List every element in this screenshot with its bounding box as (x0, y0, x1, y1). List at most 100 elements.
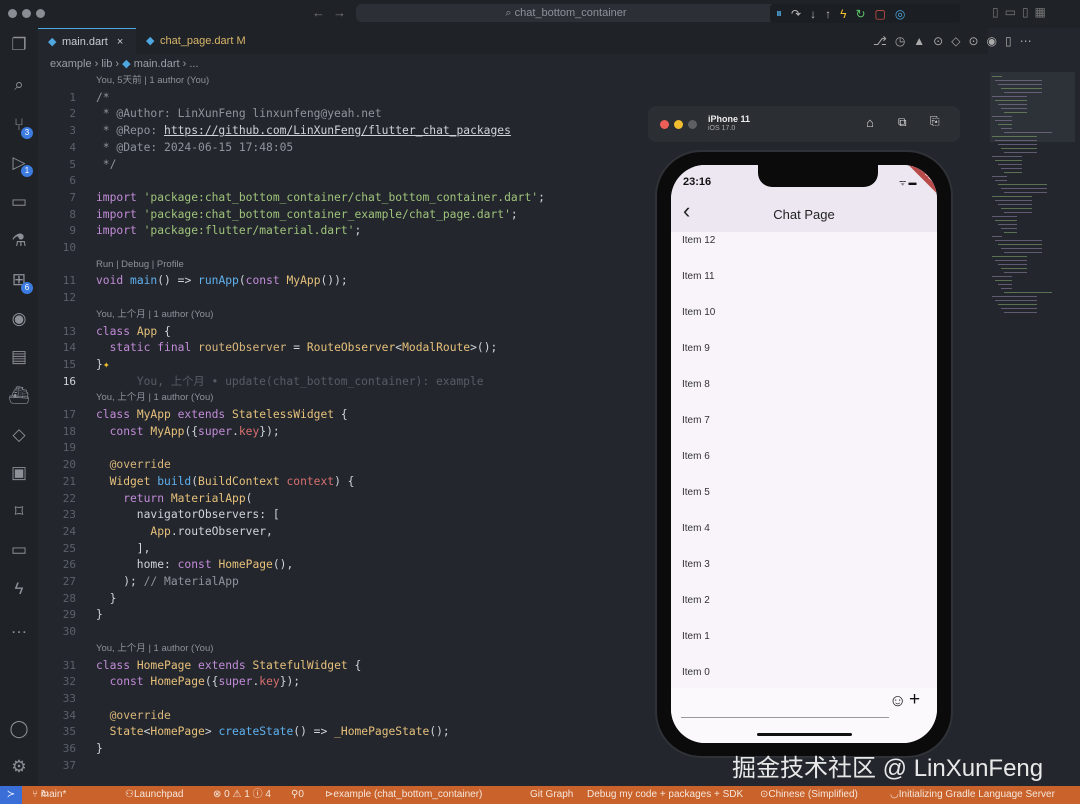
back-arrow-icon[interactable]: ← (312, 5, 325, 20)
codelens-text[interactable]: You, 5天前 | 1 author (You) (96, 72, 209, 89)
code-text[interactable]: return MaterialApp( (96, 490, 252, 507)
branch-indicator[interactable]: ⑂ main* ↻ (32, 786, 66, 804)
gitlab-icon[interactable]: ◇ (8, 424, 30, 446)
minimap[interactable] (990, 72, 1075, 322)
tab-main-dart[interactable]: ◆ main.dart × (38, 28, 136, 54)
editor-actions[interactable]: ⎇◷▲⊙◇⊙◉▯⋯ (873, 34, 1040, 48)
account-icon[interactable]: ◯ (8, 718, 30, 740)
extensions-icon[interactable]: ⊞ 6 (8, 269, 33, 294)
git-graph[interactable]: Git Graph (530, 786, 573, 804)
code-text[interactable]: ], (96, 540, 151, 557)
debug-target[interactable]: ⊳ example (chat_bottom_container) (325, 786, 482, 804)
launchpad[interactable]: ⚇ Launchpad (125, 786, 183, 804)
lightning-icon[interactable]: ϟ (8, 578, 30, 600)
list-item[interactable]: Item 4 (682, 523, 710, 534)
windows-icon[interactable]: ▣ (8, 462, 30, 484)
code-text[interactable]: State<HomePage> createState() => _HomePa… (96, 723, 450, 740)
restart-icon[interactable]: ↻ (855, 7, 865, 21)
pause-icon[interactable]: ⏸ (776, 6, 782, 21)
layout-toggle-icons[interactable]: ▯▭▯▦ (992, 5, 1052, 19)
emoji-icon[interactable]: ☺ (889, 691, 906, 711)
code-text[interactable]: class HomePage extends StatefulWidget { (96, 657, 361, 674)
step-into-icon[interactable]: ↓ (810, 7, 816, 21)
sim-minimize-button[interactable] (674, 120, 683, 129)
code-text[interactable]: const MyApp({super.key}); (96, 423, 280, 440)
home-icon[interactable]: ⌂ (866, 115, 874, 130)
list-item[interactable]: Item 5 (682, 487, 710, 498)
debug-mode[interactable]: Debug my code + packages + SDK (587, 786, 743, 804)
code-text[interactable]: const HomePage({super.key}); (96, 673, 301, 690)
run-debug-icon[interactable]: ▷ 1 (8, 152, 33, 177)
list-item[interactable]: Item 1 (682, 631, 710, 642)
code-text[interactable]: */ (96, 156, 117, 173)
command-center-search[interactable]: ⌕ chat_bottom_container (356, 4, 776, 22)
minimize-window-button[interactable] (22, 9, 31, 18)
list-item[interactable]: Item 9 (682, 343, 710, 354)
text-input-underline[interactable] (681, 717, 889, 718)
list-item[interactable]: Item 8 (682, 379, 710, 390)
hot-reload-icon[interactable]: ϟ (840, 7, 846, 21)
breadcrumb-symbol[interactable]: ... (189, 58, 198, 70)
list-item[interactable]: Item 0 (682, 667, 710, 678)
forward-arrow-icon[interactable]: → (333, 5, 346, 20)
device-icon[interactable]: ▤ (8, 346, 30, 368)
list-item[interactable]: Item 10 (682, 307, 715, 318)
language-indicator[interactable]: ⊙ Chinese (Simplified) (760, 786, 858, 804)
code-text[interactable]: class App { (96, 323, 171, 340)
code-text[interactable]: * @Author: LinXunFeng linxunfeng@yeah.ne… (96, 105, 382, 122)
code-text[interactable]: } (96, 740, 103, 757)
settings-gear-icon[interactable]: ⚙ (8, 756, 30, 778)
code-text[interactable]: * @Repo: https://github.com/LinXunFeng/f… (96, 122, 511, 139)
code-text[interactable]: }✦ (96, 356, 110, 373)
more-icon[interactable]: … (8, 617, 30, 639)
source-control-icon[interactable]: ⑂ 3 (8, 114, 33, 139)
close-tab-icon[interactable]: × (117, 36, 123, 48)
sim-close-button[interactable] (660, 120, 669, 129)
tab-chat-page-dart[interactable]: ◆ chat_page.dart M (136, 28, 266, 54)
search-icon[interactable]: ⌕ (8, 74, 30, 96)
codelens-text[interactable]: You, 上个月 | 1 author (You) (96, 640, 213, 657)
ports-indicator[interactable]: ⚲ 0 (291, 786, 304, 804)
maximize-window-button[interactable] (36, 9, 45, 18)
screenshot-icon[interactable]: ⧉ (898, 115, 907, 130)
remote-explorer-icon[interactable]: ▭ (8, 191, 30, 213)
list-item[interactable]: Item 7 (682, 415, 710, 426)
explorer-icon[interactable]: ❐ (8, 34, 30, 56)
code-text[interactable]: @override (96, 707, 171, 724)
plus-icon[interactable]: + (909, 689, 920, 711)
inspect-icon[interactable]: ◎ (895, 7, 905, 21)
code-text[interactable]: void main() => runApp(const MyApp()); (96, 272, 348, 289)
code-text[interactable]: class MyApp extends StatelessWidget { (96, 406, 348, 423)
codelens-text[interactable]: You, 上个月 | 1 author (You) (96, 306, 213, 323)
list-item[interactable]: Item 2 (682, 595, 710, 606)
step-over-icon[interactable]: ↷ (791, 7, 801, 21)
folder-icon[interactable]: ▭ (8, 539, 30, 561)
close-window-button[interactable] (8, 9, 17, 18)
rotate-icon[interactable]: ⎘ (930, 114, 940, 129)
code-text[interactable]: home: const HomePage(), (96, 556, 293, 573)
code-text[interactable]: navigatorObservers: [ (96, 506, 280, 523)
code-text[interactable]: /* (96, 89, 110, 106)
list-item[interactable]: Item 12 (682, 235, 715, 246)
code-text[interactable]: static final routeObserver = RouteObserv… (96, 339, 498, 356)
code-text[interactable]: @override (96, 456, 171, 473)
git-lens-icon[interactable]: ◉ (8, 308, 30, 330)
breadcrumb-example[interactable]: example (50, 58, 92, 70)
list-item[interactable]: Item 3 (682, 559, 710, 570)
code-text[interactable]: import 'package:chat_bottom_container_ex… (96, 206, 518, 223)
codelens-text[interactable]: Run | Debug | Profile (96, 256, 184, 273)
list-item[interactable]: Item 11 (682, 271, 715, 282)
bookmark-icon[interactable]: ⌑ (8, 501, 30, 523)
code-text[interactable]: You, 上个月 • update(chat_bottom_container)… (96, 373, 484, 390)
docker-icon[interactable]: ⛴ (8, 385, 30, 407)
remote-icon[interactable]: ≻ (0, 786, 22, 804)
code-text[interactable]: } (96, 606, 103, 623)
problems-indicator[interactable]: ⊗ 0 ⚠ 1 ⓘ 4 (213, 786, 271, 804)
code-text[interactable]: } (96, 590, 117, 607)
stop-icon[interactable]: ▢ (875, 7, 886, 21)
codelens-text[interactable]: You, 上个月 | 1 author (You) (96, 389, 213, 406)
code-text[interactable]: import 'package:flutter/material.dart'; (96, 222, 361, 239)
code-text[interactable]: * @Date: 2024-06-15 17:48:05 (96, 139, 293, 156)
code-text[interactable]: ); // MaterialApp (96, 573, 239, 590)
breadcrumb-file[interactable]: main.dart (134, 58, 180, 70)
